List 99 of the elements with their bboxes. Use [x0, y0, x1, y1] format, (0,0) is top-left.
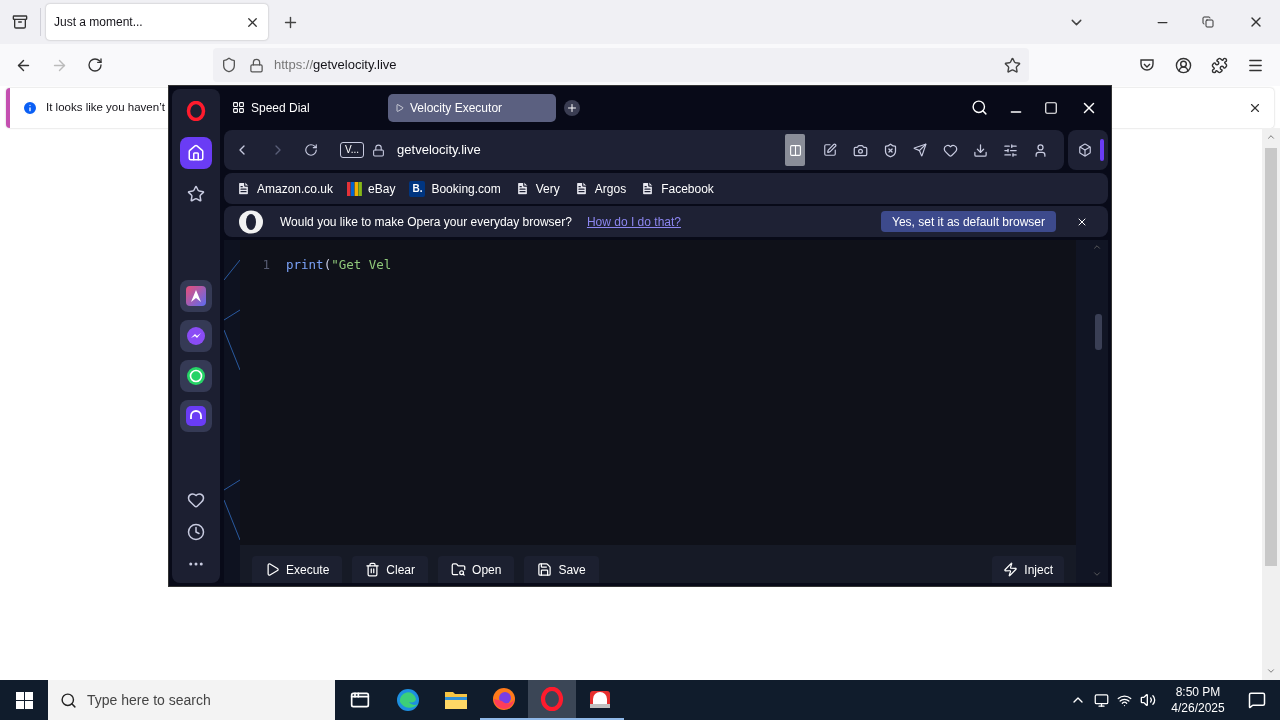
new-tab-icon[interactable] [564, 99, 580, 116]
home-icon [187, 144, 205, 162]
shield-icon[interactable] [883, 142, 898, 158]
split-view-icon [788, 143, 802, 157]
code-line: print("Get Vel [286, 256, 392, 274]
save-icon [537, 562, 553, 577]
opera-menu-icon [186, 101, 206, 121]
archive-icon [12, 14, 28, 30]
scrollbar-thumb[interactable] [1095, 314, 1102, 350]
help-link[interactable]: How do I do that? [586, 212, 681, 231]
url-text: https://getvelocity.live [274, 56, 398, 75]
inject-button[interactable]: Inject [992, 556, 1064, 583]
bookmark-item[interactable]: B. Booking.com [409, 179, 501, 198]
aria-app-button[interactable] [180, 280, 212, 312]
opera-logo-icon [238, 209, 264, 234]
action-button[interactable]: Open [438, 556, 515, 583]
messenger-app-button[interactable] [180, 320, 212, 352]
search-icon [60, 691, 77, 709]
clock-date: 4/26/2025 [1171, 700, 1225, 716]
shield-icon [221, 57, 237, 73]
tab-snap-button[interactable] [785, 134, 805, 166]
page-icon [236, 181, 251, 196]
action-button[interactable]: Clear [352, 556, 429, 583]
firefox-icon [492, 687, 516, 711]
search-icon[interactable] [971, 99, 988, 116]
profile-icon[interactable] [1033, 142, 1048, 158]
browser-tab[interactable]: Speed Dial [224, 93, 384, 122]
music-app-button[interactable] [180, 400, 212, 432]
messenger-icon [186, 326, 206, 346]
volume-icon[interactable] [1140, 692, 1156, 708]
bookmark-star-icon[interactable] [1004, 56, 1021, 74]
reload-icon[interactable] [87, 57, 103, 73]
windows-logo-icon [15, 691, 33, 709]
arrow-logo-icon [186, 286, 206, 306]
bookmark-item[interactable]: Amazon.co.uk [236, 179, 334, 198]
network-icon[interactable] [1117, 692, 1132, 708]
bookmark-item[interactable]: Facebook [640, 179, 714, 198]
browser-tab[interactable]: Velocity Executor [388, 93, 556, 122]
edge-icon [396, 688, 420, 712]
search-placeholder: Type here to search [87, 690, 211, 710]
address-text[interactable]: getvelocity.live [397, 140, 481, 160]
color-bars-icon [347, 181, 363, 196]
prompt-message: Would you like to make Opera your everyday browser? [280, 213, 572, 231]
site-badge[interactable]: V... [340, 142, 365, 158]
notifications-icon[interactable] [1248, 691, 1266, 709]
scrollbar[interactable] [1076, 240, 1108, 583]
scrollbar[interactable] [1262, 128, 1280, 680]
trash-icon [365, 562, 381, 577]
set-default-button[interactable]: Yes, set it as default browser [881, 211, 1056, 232]
history-icon[interactable] [187, 523, 205, 541]
scrollbar-thumb[interactable] [1265, 148, 1277, 566]
triangle-icon [396, 103, 404, 112]
clock-time: 8:50 PM [1175, 684, 1221, 700]
heart-icon[interactable] [943, 142, 958, 158]
notification-text: It looks like you haven’t [46, 100, 165, 116]
line-number: 1 [261, 256, 271, 274]
page-icon [514, 181, 530, 196]
letter-icon: B. [409, 180, 426, 197]
restore-icon[interactable] [1202, 16, 1214, 28]
camera-icon[interactable] [853, 142, 868, 158]
bookmark-item[interactable]: eBay [347, 179, 396, 198]
device-icon[interactable] [1094, 692, 1109, 708]
maximize-icon[interactable] [1044, 100, 1058, 115]
lock-icon [372, 143, 386, 157]
star-icon [187, 185, 205, 203]
send-icon[interactable] [913, 143, 927, 157]
grid-icon [232, 101, 245, 114]
cube-icon[interactable] [1078, 143, 1092, 157]
folder-icon [451, 562, 467, 577]
code-editor[interactable]: 1 print("Get Vel [240, 240, 1076, 545]
extensions-icon[interactable] [1211, 56, 1228, 74]
whatsapp-icon [186, 366, 206, 386]
bookmark-item[interactable]: Argos [573, 179, 627, 198]
headphones-icon [186, 406, 206, 426]
action-button[interactable]: Save [524, 556, 599, 583]
taskbar-search-field[interactable]: Type here to search [48, 680, 335, 720]
download-icon[interactable] [973, 142, 988, 158]
task-view-icon [350, 690, 370, 710]
opera-icon [540, 687, 564, 711]
bookmark-item[interactable]: Very [514, 179, 560, 198]
browser-tab[interactable]: Just a moment... [46, 4, 268, 40]
pocket-icon[interactable] [1139, 57, 1155, 73]
settings-icon[interactable] [1003, 142, 1018, 158]
heart-icon[interactable] [187, 491, 205, 509]
action-button[interactable]: Execute [252, 556, 343, 583]
home-button[interactable] [180, 137, 212, 169]
info-icon [22, 100, 38, 116]
play-icon [265, 562, 280, 577]
page-icon [573, 181, 589, 196]
lightning-icon [1003, 562, 1019, 577]
lock-icon [249, 57, 264, 73]
page-icon [640, 181, 656, 196]
whatsapp-app-button[interactable] [180, 360, 212, 392]
account-icon[interactable] [1175, 56, 1192, 74]
close-icon[interactable] [1248, 101, 1262, 115]
folder-icon [444, 689, 468, 711]
edit-icon[interactable] [823, 143, 837, 157]
url-field[interactable]: https://getvelocity.live [213, 48, 1029, 82]
tab-title: Just a moment... [54, 14, 144, 31]
